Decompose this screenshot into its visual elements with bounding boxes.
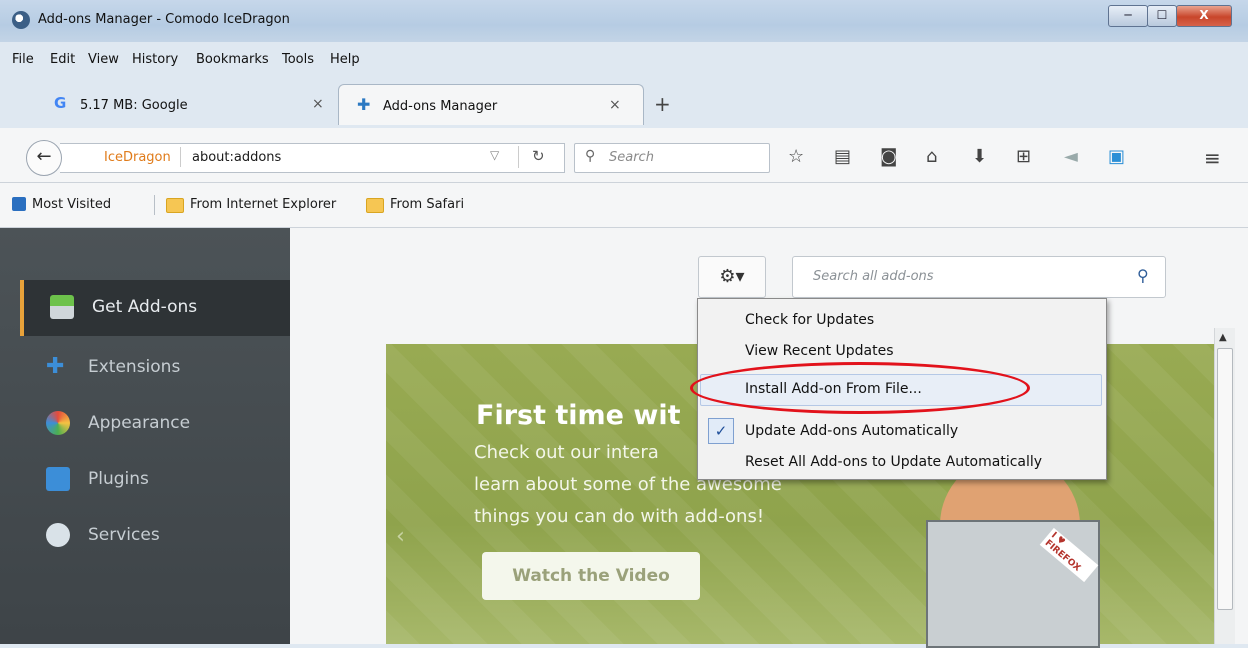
tab-google[interactable]: G 5.17 MB: Google ×	[36, 84, 334, 124]
watch-video-button[interactable]: Watch the Video	[482, 552, 700, 600]
download-icon[interactable]: ⬇	[972, 146, 987, 167]
category-extensions[interactable]: ✚ Extensions	[20, 340, 290, 396]
menu-tools[interactable]: Tools	[282, 52, 314, 67]
most-visited-icon	[12, 197, 26, 211]
puzzle-icon: ✚	[46, 354, 65, 379]
menu-history[interactable]: History	[132, 52, 178, 67]
url-text[interactable]: about:addons	[192, 150, 281, 165]
bookmarks-menu-icon[interactable]: ▤	[834, 146, 851, 167]
icedragon-logo-icon	[12, 11, 30, 29]
search-icon[interactable]: ⚲	[1137, 266, 1149, 285]
puzzle-icon: ✚	[357, 95, 371, 114]
menu-help[interactable]: Help	[330, 52, 360, 67]
red-highlight-ellipse	[690, 362, 1030, 414]
identity-label: IceDragon	[104, 150, 171, 165]
minimize-button[interactable]: ─	[1108, 5, 1148, 27]
chat-icon	[46, 523, 70, 547]
illustration-laptop: I ♥ FIREFOX	[926, 520, 1100, 648]
category-plugins[interactable]: Plugins	[20, 452, 290, 508]
addon-search-placeholder: Search all add-ons	[813, 269, 934, 284]
category-appearance[interactable]: Appearance	[20, 396, 290, 452]
folder-icon	[166, 198, 184, 213]
addon-search-input[interactable]: Search all add-ons ⚲	[792, 256, 1166, 298]
banner-text-line: Check out our intera	[474, 442, 659, 463]
url-divider	[518, 146, 519, 168]
firefox-sticker: I ♥ FIREFOX	[1039, 527, 1099, 583]
new-tab-button[interactable]: +	[654, 92, 671, 116]
menu-edit[interactable]: Edit	[50, 52, 75, 67]
menu-view-recent-updates[interactable]: View Recent Updates	[745, 343, 894, 359]
maximize-button[interactable]: ☐	[1147, 5, 1177, 27]
folder-icon	[366, 198, 384, 213]
pocket-icon[interactable]: ◙	[880, 146, 897, 167]
bookmark-separator	[154, 195, 155, 215]
url-bar[interactable]: IceDragon about:addons ▽ ↻	[60, 143, 565, 173]
carousel-prev-icon[interactable]: ‹	[396, 524, 405, 549]
title-bar: Add-ons Manager - Comodo IceDragon	[0, 0, 1248, 42]
menu-bar	[0, 42, 1248, 80]
category-label: Get Add-ons	[92, 297, 198, 317]
media-icon[interactable]: ▣	[1108, 146, 1125, 167]
google-icon: G	[54, 94, 67, 112]
category-label: Plugins	[88, 469, 149, 489]
tab-addons-manager[interactable]: ✚ Add-ons Manager ×	[338, 84, 644, 125]
bookmark-star-icon[interactable]: ☆	[788, 146, 804, 167]
search-placeholder: Search	[609, 150, 654, 165]
url-divider	[180, 147, 181, 167]
close-tab-icon[interactable]: ×	[312, 96, 324, 112]
bookmark-from-safari[interactable]: From Safari	[390, 197, 464, 212]
gear-icon: ⚙▾	[719, 266, 745, 287]
tools-gear-button[interactable]: ⚙▾	[698, 256, 766, 298]
close-tab-icon[interactable]: ×	[609, 97, 621, 113]
tab-label: Add-ons Manager	[383, 99, 498, 114]
reload-icon[interactable]: ↻	[532, 147, 545, 165]
menu-file[interactable]: File	[12, 52, 34, 67]
search-icon: ⚲	[585, 148, 596, 164]
banner-text-line: things you can do with add-ons!	[474, 506, 765, 527]
menu-update-addons-automatically[interactable]: Update Add-ons Automatically	[745, 423, 958, 439]
menu-check-for-updates[interactable]: Check for Updates	[745, 312, 874, 328]
back-button[interactable]: ←	[26, 140, 62, 176]
bookmarks-toolbar	[0, 183, 1248, 228]
bookmark-from-ie[interactable]: From Internet Explorer	[190, 197, 336, 212]
menu-view[interactable]: View	[88, 52, 119, 67]
windows-icon[interactable]: ⊞	[1016, 146, 1031, 167]
get-addons-icon	[50, 295, 74, 319]
palette-icon	[46, 411, 70, 435]
category-label: Extensions	[88, 357, 181, 377]
hamburger-menu-icon[interactable]: ≡	[1204, 146, 1221, 170]
plugin-icon	[46, 467, 70, 491]
search-bar[interactable]: ⚲ Search	[574, 143, 770, 173]
banner-title: First time wit	[476, 400, 681, 431]
category-label: Services	[88, 525, 160, 545]
home-icon[interactable]: ⌂	[926, 146, 937, 167]
bookmark-most-visited[interactable]: Most Visited	[32, 197, 111, 212]
category-label: Appearance	[88, 413, 191, 433]
window-title: Add-ons Manager - Comodo IceDragon	[38, 12, 290, 27]
dropdown-arrow-icon[interactable]: ▽	[490, 148, 499, 162]
category-services[interactable]: Services	[20, 508, 290, 564]
close-window-button[interactable]: X	[1176, 5, 1232, 27]
scroll-up-icon[interactable]: ▲	[1219, 332, 1227, 343]
menu-reset-addons-update[interactable]: Reset All Add-ons to Update Automaticall…	[745, 454, 1042, 470]
share-icon[interactable]: ◄	[1064, 146, 1078, 167]
tab-label: 5.17 MB: Google	[80, 98, 188, 113]
category-get-addons[interactable]: Get Add-ons	[20, 280, 294, 336]
menu-bookmarks[interactable]: Bookmarks	[196, 52, 269, 67]
scrollbar-thumb[interactable]	[1217, 348, 1233, 610]
checkmark-icon: ✓	[708, 418, 734, 444]
